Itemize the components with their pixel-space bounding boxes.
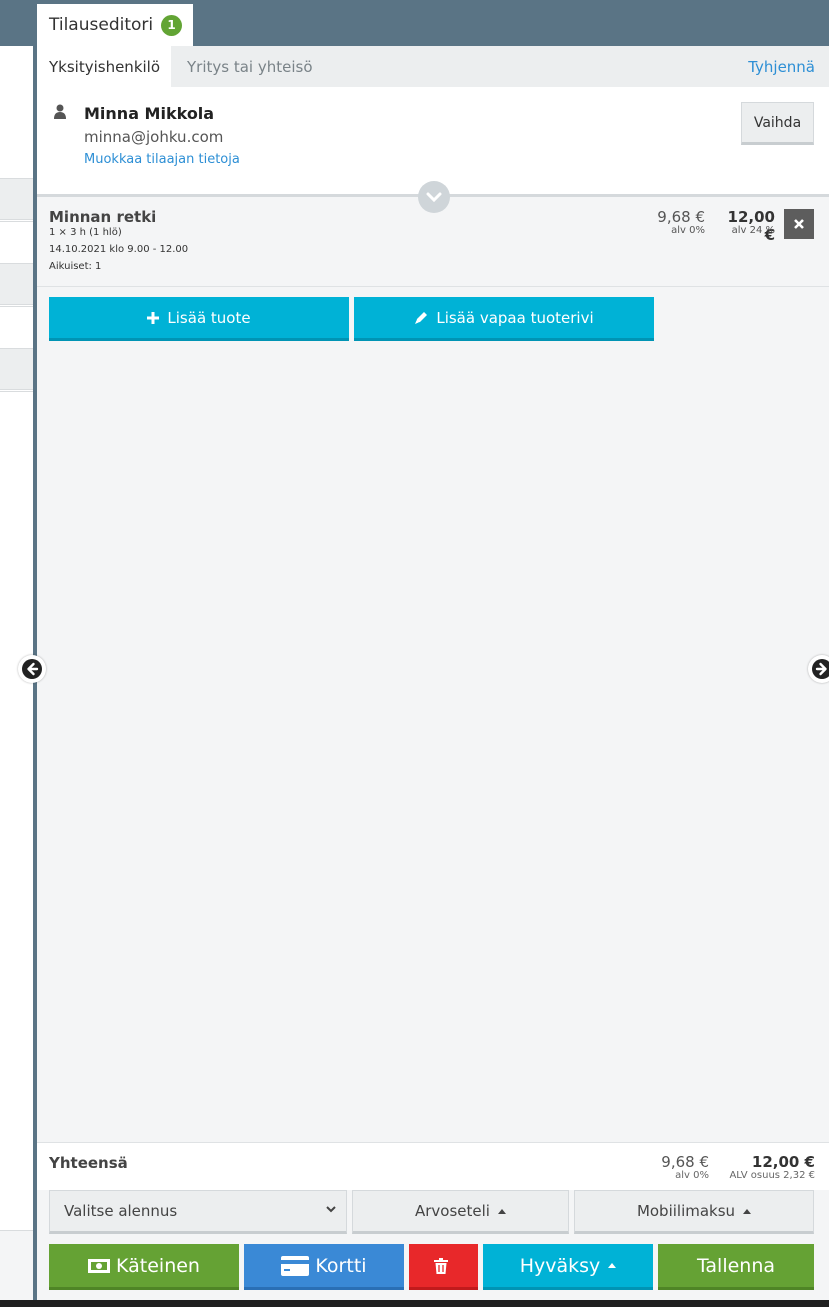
background-row xyxy=(0,263,33,305)
background-footer xyxy=(0,1230,33,1300)
add-free-row-button[interactable]: Lisää vapaa tuoterivi xyxy=(354,297,654,341)
item-net-price: 9,68 € xyxy=(657,208,705,226)
discount-select-label: Valitse alennus xyxy=(64,1202,178,1220)
tab-label: Tilauseditori xyxy=(49,15,154,35)
order-editor-panel: Tilauseditori 1 Yksityishenkilö Yritys t… xyxy=(33,0,829,1300)
background-page xyxy=(0,0,33,1307)
add-product-button[interactable]: Lisää tuote xyxy=(49,297,349,341)
cash-button[interactable]: Käteinen xyxy=(49,1244,239,1290)
discount-select[interactable]: Valitse alennus xyxy=(49,1190,347,1234)
product-quantity: 1 × 3 h (1 hlö) xyxy=(49,227,122,238)
product-participants: Aikuiset: 1 xyxy=(49,261,102,272)
total-vat-share: ALV osuus 2,32 € xyxy=(729,1170,815,1181)
approve-label: Hyväksy xyxy=(519,1254,601,1277)
pencil-icon xyxy=(415,311,428,324)
voucher-button[interactable]: Arvoseteli xyxy=(352,1190,569,1234)
person-icon xyxy=(54,104,66,119)
customer-name: Minna Mikkola xyxy=(84,104,215,123)
taskbar xyxy=(0,1300,829,1307)
card-button[interactable]: Kortti xyxy=(244,1244,404,1290)
mobile-payment-label: Mobiilimaksu xyxy=(636,1202,736,1220)
remove-item-button[interactable] xyxy=(784,209,814,239)
total-label: Yhteensä xyxy=(49,1154,128,1172)
clear-link[interactable]: Tyhjennä xyxy=(748,46,815,87)
background-row xyxy=(0,178,33,220)
caret-up-icon xyxy=(608,1263,617,1268)
customer-type-tabs: Yksityishenkilö Yritys tai yhteisö Tyhje… xyxy=(37,46,829,87)
credit-card-icon xyxy=(281,1255,310,1276)
arrow-left-icon[interactable] xyxy=(18,655,46,683)
panel-header: Tilauseditori 1 xyxy=(37,0,829,46)
edit-customer-link[interactable]: Muokkaa tilaajan tietoja xyxy=(84,152,240,167)
tab-company[interactable]: Yritys tai yhteisö xyxy=(187,46,313,87)
add-free-row-label: Lisää vapaa tuoterivi xyxy=(436,308,594,327)
background-divider xyxy=(0,306,33,307)
plus-icon xyxy=(147,311,160,324)
product-name: Minnan retki xyxy=(49,208,157,226)
add-product-label: Lisää tuote xyxy=(167,308,251,327)
caret-up-icon xyxy=(743,1208,752,1214)
mobile-payment-button[interactable]: Mobiilimaksu xyxy=(574,1190,814,1234)
item-gross-vat: alv 24 % xyxy=(731,225,775,236)
banknote-icon xyxy=(88,1258,111,1273)
totals-bar: Yhteensä 9,68 € alv 0% 12,00 € ALV osuus… xyxy=(37,1142,829,1190)
change-customer-button[interactable]: Vaihda xyxy=(741,102,814,145)
save-button[interactable]: Tallenna xyxy=(658,1244,814,1290)
background-row xyxy=(0,348,33,390)
delete-order-button[interactable] xyxy=(409,1244,478,1290)
background-divider xyxy=(0,221,33,222)
save-label: Tallenna xyxy=(696,1254,776,1277)
product-datetime: 14.10.2021 klo 9.00 - 12.00 xyxy=(49,244,189,255)
tab-private-person[interactable]: Yksityishenkilö xyxy=(37,46,171,87)
approve-button[interactable]: Hyväksy xyxy=(483,1244,653,1290)
card-label: Kortti xyxy=(315,1254,367,1277)
count-badge: 1 xyxy=(161,14,183,36)
total-gross: 12,00 € xyxy=(751,1153,815,1171)
cash-label: Käteinen xyxy=(116,1254,200,1277)
customer-email: minna@johku.com xyxy=(84,128,224,146)
item-net-vat: alv 0% xyxy=(671,225,705,236)
trash-icon xyxy=(433,1257,448,1274)
background-header xyxy=(0,0,33,46)
chevron-down-icon xyxy=(326,1206,336,1213)
tab-order-editor[interactable]: Tilauseditori 1 xyxy=(37,4,193,46)
arrow-right-icon[interactable] xyxy=(808,655,829,683)
order-item-row: Minnan retki 1 × 3 h (1 hlö) 14.10.2021 … xyxy=(37,199,829,287)
voucher-label: Arvoseteli xyxy=(415,1202,490,1220)
close-icon xyxy=(794,219,804,229)
caret-up-icon xyxy=(497,1208,506,1214)
background-divider xyxy=(0,391,33,392)
